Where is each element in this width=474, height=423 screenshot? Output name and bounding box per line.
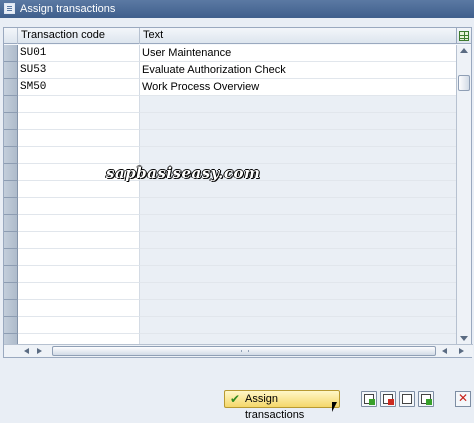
row-selector[interactable] — [4, 198, 18, 215]
table-layout-button[interactable] — [456, 28, 471, 44]
transaction-code-cell[interactable] — [18, 215, 140, 232]
select-all-icon — [402, 394, 412, 404]
table-row[interactable] — [4, 266, 457, 283]
table-row[interactable]: SU01 User Maintenance — [4, 45, 457, 62]
horizontal-scroll-thumb[interactable] — [52, 346, 436, 356]
table-row[interactable] — [4, 130, 457, 147]
text-cell — [140, 96, 457, 113]
table-row[interactable] — [4, 232, 457, 249]
row-selector[interactable] — [4, 164, 18, 181]
scroll-right-end-icon[interactable] — [459, 348, 464, 354]
deselect-all-button[interactable] — [418, 391, 434, 407]
transaction-code-cell[interactable] — [18, 113, 140, 130]
table-row[interactable] — [4, 147, 457, 164]
mouse-cursor-icon — [332, 402, 337, 412]
row-selector[interactable] — [4, 266, 18, 283]
text-cell — [140, 181, 457, 198]
close-icon: ✕ — [457, 391, 469, 405]
text-cell — [140, 232, 457, 249]
row-selector[interactable] — [4, 113, 18, 130]
transaction-code-cell[interactable] — [18, 232, 140, 249]
table-layout-icon — [459, 31, 469, 41]
text-cell — [140, 266, 457, 283]
row-selector[interactable] — [4, 181, 18, 198]
text-cell: Evaluate Authorization Check — [140, 62, 457, 79]
text-cell — [140, 300, 457, 317]
table-row[interactable] — [4, 215, 457, 232]
table-row[interactable] — [4, 96, 457, 113]
table-row[interactable] — [4, 300, 457, 317]
text-cell — [140, 147, 457, 164]
horizontal-scrollbar[interactable] — [4, 344, 473, 357]
row-selector[interactable] — [4, 147, 18, 164]
table-row[interactable] — [4, 317, 457, 334]
delete-row-button[interactable] — [380, 391, 396, 407]
window-icon — [4, 3, 15, 14]
scroll-down-icon[interactable] — [460, 336, 468, 341]
scroll-left-end-icon[interactable] — [442, 348, 447, 354]
column-header-text[interactable]: Text — [140, 28, 457, 44]
transaction-code-cell[interactable] — [18, 300, 140, 317]
scroll-left-icon[interactable] — [24, 348, 29, 354]
table-row[interactable] — [4, 113, 457, 130]
table-row[interactable] — [4, 249, 457, 266]
close-button[interactable]: ✕ — [455, 391, 471, 407]
insert-row-button[interactable] — [361, 391, 377, 407]
assign-transactions-button[interactable]: ✔ Assign transactions — [224, 390, 340, 421]
row-selector[interactable] — [4, 215, 18, 232]
text-cell — [140, 317, 457, 334]
scroll-up-icon[interactable] — [460, 48, 468, 53]
scroll-right-icon[interactable] — [37, 348, 42, 354]
table-row[interactable] — [4, 283, 457, 300]
row-selector[interactable] — [4, 300, 18, 317]
watermark-text: sapbasiseasy.com — [106, 164, 261, 182]
text-cell — [140, 215, 457, 232]
transaction-code-cell[interactable] — [18, 96, 140, 113]
row-selector[interactable] — [4, 79, 18, 96]
transaction-table: Transaction code Text SU01 User Maintenan… — [3, 27, 473, 358]
transaction-code-cell[interactable] — [18, 147, 140, 164]
transaction-code-cell[interactable] — [18, 266, 140, 283]
table-header: Transaction code Text — [4, 28, 457, 44]
vertical-scrollbar[interactable] — [456, 45, 471, 345]
column-header-transaction-code[interactable]: Transaction code — [18, 28, 140, 44]
table-row[interactable] — [4, 198, 457, 215]
window-title: Assign transactions — [20, 3, 116, 15]
text-cell — [140, 249, 457, 266]
assign-transactions-label: Assign transactions — [245, 393, 305, 421]
transaction-code-cell[interactable] — [18, 283, 140, 300]
transaction-code-cell[interactable] — [18, 130, 140, 147]
text-cell — [140, 113, 457, 130]
transaction-code-cell[interactable]: SU01 — [18, 45, 140, 62]
check-icon: ✔ — [230, 392, 241, 406]
table-body: SU01 User Maintenance SU53 Evaluate Authori… — [4, 45, 457, 345]
row-selector[interactable] — [4, 232, 18, 249]
row-selector[interactable] — [4, 283, 18, 300]
text-cell: Work Process Overview — [140, 79, 457, 96]
transaction-code-cell[interactable] — [18, 249, 140, 266]
row-selector[interactable] — [4, 45, 18, 62]
row-selector[interactable] — [4, 130, 18, 147]
table-row[interactable]: SM50 Work Process Overview — [4, 79, 457, 96]
row-selector[interactable] — [4, 96, 18, 113]
table-row[interactable] — [4, 181, 457, 198]
text-cell — [140, 198, 457, 215]
vertical-scroll-thumb[interactable] — [458, 75, 470, 91]
transaction-code-cell[interactable]: SM50 — [18, 79, 140, 96]
transaction-code-cell[interactable]: SU53 — [18, 62, 140, 79]
text-cell: User Maintenance — [140, 45, 457, 62]
dialog-footer: ✔ Assign transactions ✕ — [0, 384, 474, 421]
select-all-column[interactable] — [4, 28, 18, 44]
row-selector[interactable] — [4, 62, 18, 79]
window-titlebar: Assign transactions — [0, 0, 474, 18]
row-selector[interactable] — [4, 317, 18, 334]
row-selector[interactable] — [4, 249, 18, 266]
text-cell — [140, 283, 457, 300]
select-all-button[interactable] — [399, 391, 415, 407]
text-cell — [140, 130, 457, 147]
transaction-code-cell[interactable] — [18, 317, 140, 334]
transaction-code-cell[interactable] — [18, 181, 140, 198]
transaction-code-cell[interactable] — [18, 198, 140, 215]
table-row[interactable]: SU53 Evaluate Authorization Check — [4, 62, 457, 79]
